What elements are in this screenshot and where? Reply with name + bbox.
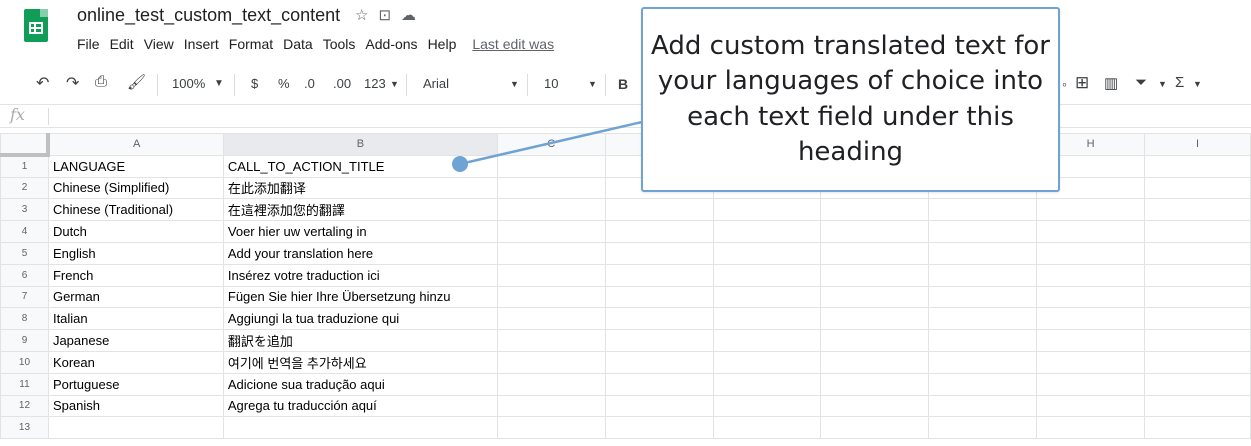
callout-text: Add custom translated text for your lang… (651, 30, 1050, 167)
annotation-callout: Add custom translated text for your lang… (641, 7, 1060, 192)
callout-anchor-dot (452, 156, 468, 172)
callout-pointer-line (459, 120, 643, 166)
callout-connector (452, 120, 643, 172)
